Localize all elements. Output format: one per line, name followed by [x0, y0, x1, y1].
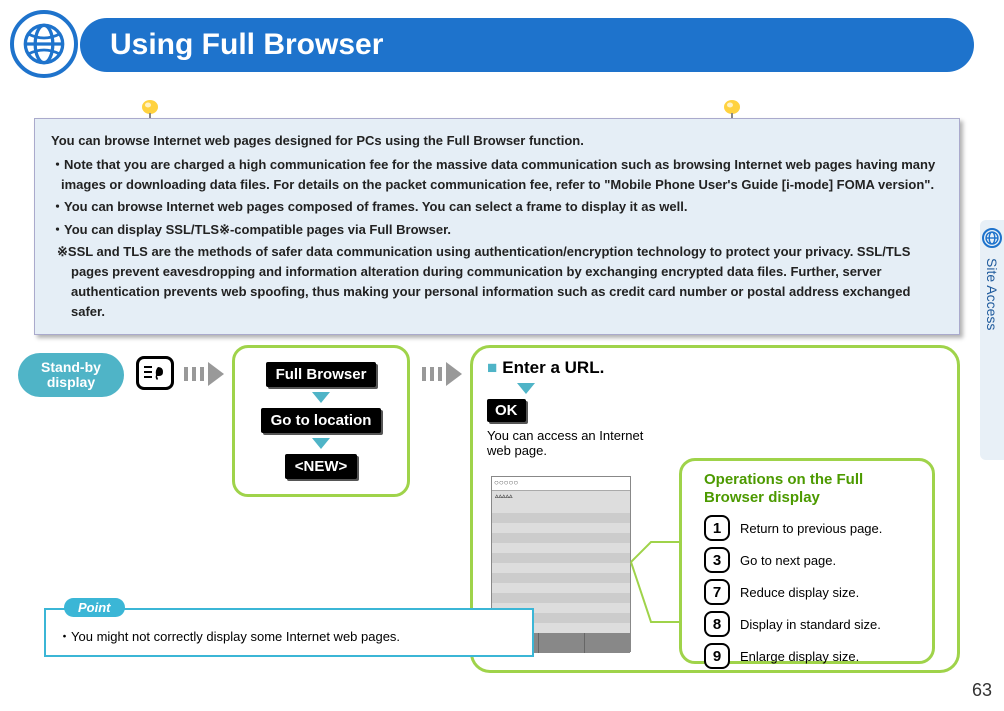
key-icon: 8: [704, 611, 730, 637]
step-full-browser: Full Browser: [266, 362, 377, 387]
key-icon: 3: [704, 547, 730, 573]
down-arrow-icon: [517, 383, 535, 394]
enter-url-title: ■Enter a URL.: [487, 358, 943, 378]
ops-row: 8 Display in standard size.: [704, 611, 920, 637]
ops-label: Reduce display size.: [740, 585, 859, 600]
page-header: Using Full Browser: [80, 18, 974, 72]
info-box: You can browse Internet web pages design…: [34, 118, 960, 335]
menu-key-icon: [136, 356, 174, 390]
operations-box: Operations on the Full Browser display 1…: [679, 458, 935, 664]
ops-label: Return to previous page.: [740, 521, 882, 536]
key-icon: 9: [704, 643, 730, 669]
key-icon: 1: [704, 515, 730, 541]
point-label: Point: [64, 598, 125, 617]
enter-url-panel: ■Enter a URL. OK You can access an Inter…: [470, 345, 960, 673]
info-bullet: You can browse Internet web pages compos…: [51, 197, 943, 217]
info-intro: You can browse Internet web pages design…: [51, 131, 943, 151]
globe-icon: [10, 10, 78, 78]
arrow-right-icon: [184, 362, 224, 386]
arrow-right-icon: [422, 362, 462, 386]
info-bullet: Note that you are charged a high communi…: [51, 155, 943, 195]
globe-icon: [982, 228, 1002, 248]
ops-row: 7 Reduce display size.: [704, 579, 920, 605]
down-arrow-icon: [312, 438, 330, 449]
info-bullet: You can display SSL/TLS※-compatible page…: [51, 220, 943, 240]
point-text: ・You might not correctly display some In…: [58, 626, 520, 645]
page-title: Using Full Browser: [110, 28, 383, 62]
step-new: <NEW>: [285, 454, 358, 479]
page-number: 63: [972, 680, 992, 701]
ops-row: 3 Go to next page.: [704, 547, 920, 573]
down-arrow-icon: [312, 392, 330, 403]
operations-title: Operations on the Full Browser display: [704, 471, 920, 507]
ops-row: 9 Enlarge display size.: [704, 643, 920, 669]
standby-display-pill: Stand-by display: [18, 353, 124, 397]
info-note: ※SSL and TLS are the methods of safer da…: [51, 242, 943, 323]
ops-label: Enlarge display size.: [740, 649, 859, 664]
ops-row: 1 Return to previous page.: [704, 515, 920, 541]
point-box: Point ・You might not correctly display s…: [44, 608, 534, 657]
standby-line2: display: [47, 374, 95, 390]
standby-line1: Stand-by: [41, 359, 101, 375]
step-go-to-location: Go to location: [261, 408, 382, 433]
ops-label: Go to next page.: [740, 553, 836, 568]
side-tab: Site Access: [980, 220, 1004, 460]
navigation-steps-panel: Full Browser Go to location <NEW>: [232, 345, 410, 497]
ops-label: Display in standard size.: [740, 617, 881, 632]
ok-button-label: OK: [487, 399, 526, 422]
access-text: You can access an Internet web page.: [487, 428, 647, 458]
key-icon: 7: [704, 579, 730, 605]
side-tab-label: Site Access: [984, 258, 1000, 330]
